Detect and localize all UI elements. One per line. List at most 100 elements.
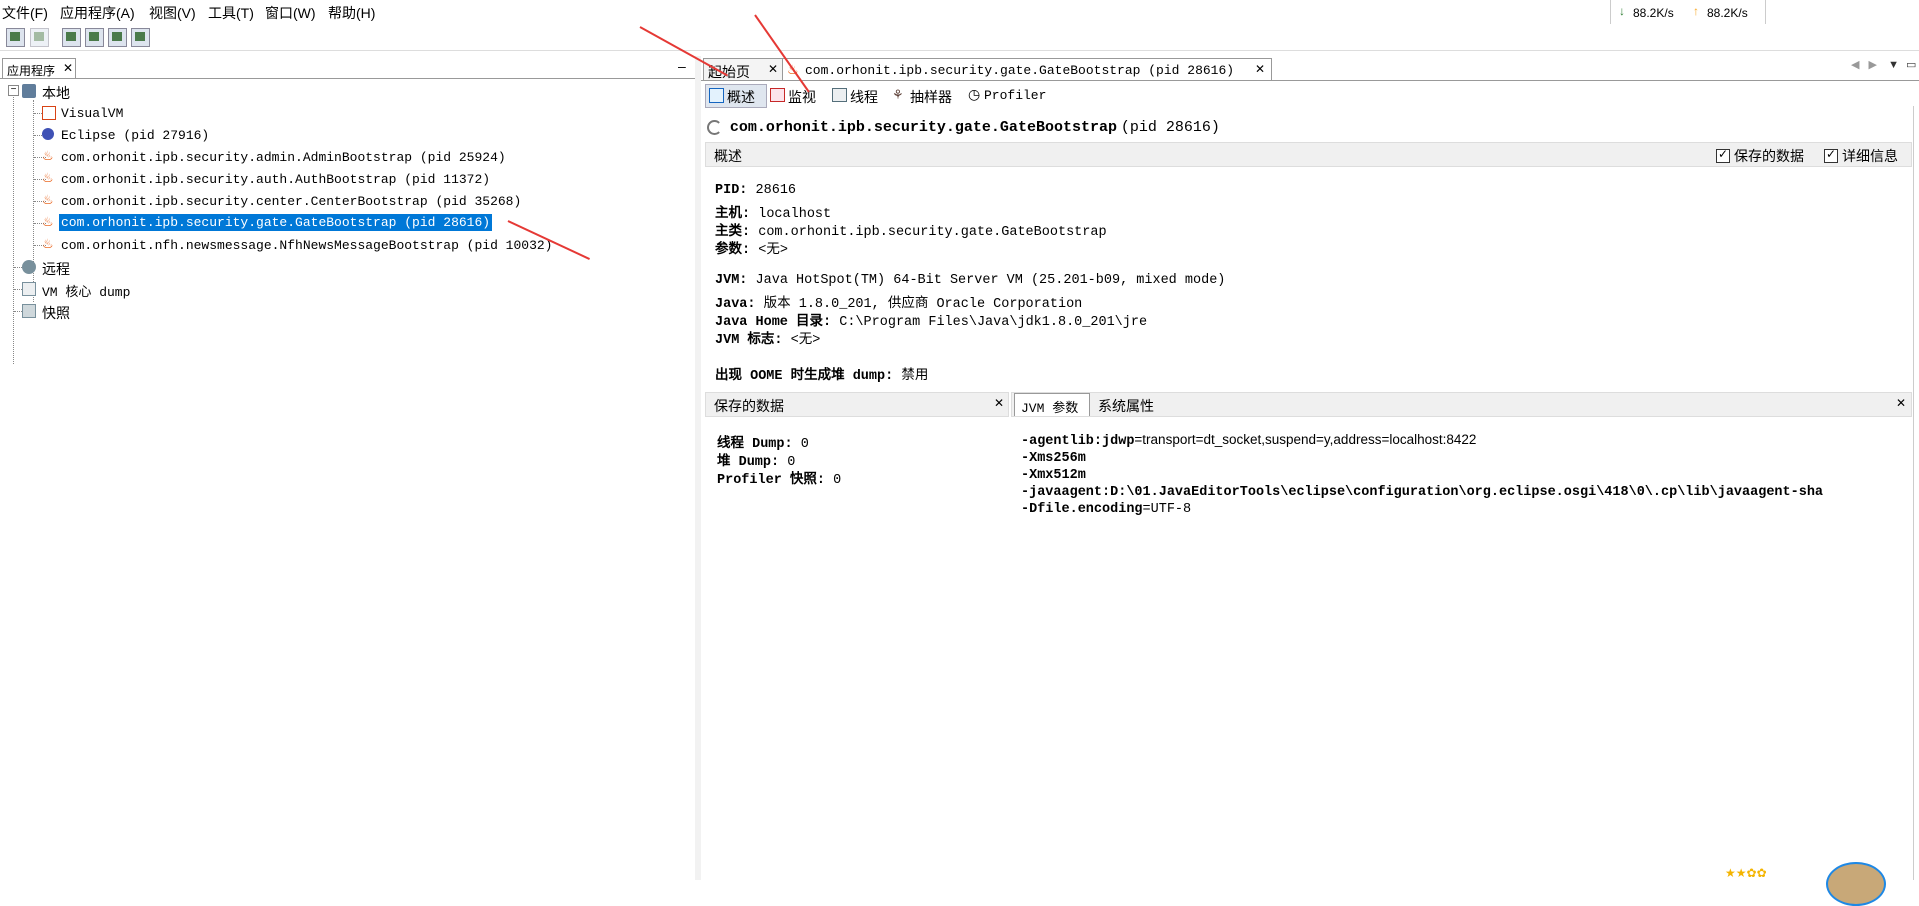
tree-node-gate[interactable]: ♨ com.orhonit.ipb.security.gate.GateBoot… bbox=[0, 213, 690, 233]
menu-window[interactable]: 窗口(W) bbox=[265, 3, 316, 23]
tree-label-snapshots: 快照 bbox=[42, 305, 70, 321]
dropdown-icon[interactable]: ▼ bbox=[1888, 59, 1899, 71]
thread-dump-icon[interactable] bbox=[85, 28, 104, 47]
overview-header-label: 概述 bbox=[714, 148, 742, 164]
upload-speed: 88.2K/s bbox=[1707, 6, 1748, 20]
menu-view[interactable]: 视图(V) bbox=[149, 3, 196, 23]
profiler-icon: ◷ bbox=[968, 86, 981, 102]
app-title-pid: (pid 28616) bbox=[1120, 119, 1220, 136]
coredump-icon bbox=[22, 282, 36, 296]
jvmflags-label: JVM 标志: bbox=[715, 333, 783, 348]
tree-node-remote[interactable]: 远程 bbox=[0, 257, 400, 277]
info-args: 参数: <无> bbox=[715, 237, 788, 258]
close-icon[interactable]: ✕ bbox=[1896, 396, 1906, 410]
tab-gate-bootstrap[interactable]: ♨ com.orhonit.ipb.security.gate.GateBoot… bbox=[782, 58, 1272, 81]
load-application-icon[interactable] bbox=[6, 28, 25, 47]
loading-icon bbox=[707, 119, 722, 135]
subtab-threads[interactable]: 线程 bbox=[829, 84, 889, 106]
thread-dump-value: 0 bbox=[800, 437, 809, 452]
close-icon[interactable]: ✕ bbox=[1255, 62, 1265, 76]
subtab-profiler-label: Profiler bbox=[984, 88, 1047, 103]
info-jvmflags: JVM 标志: <无> bbox=[715, 327, 820, 348]
tree-node-coredump[interactable]: VM 核心 dump bbox=[0, 279, 400, 300]
tree-node-admin[interactable]: ♨ com.orhonit.ipb.security.admin.AdminBo… bbox=[0, 147, 690, 167]
tab-start-page-label: 起始页 bbox=[708, 64, 750, 80]
saved-data-checkbox-label: 保存的数据 bbox=[1734, 148, 1804, 164]
subtab-overview-label: 概述 bbox=[727, 89, 755, 105]
avatar bbox=[1826, 862, 1886, 906]
tree-line bbox=[14, 289, 22, 290]
collapse-icon[interactable]: − bbox=[8, 85, 19, 96]
heap-dump-icon[interactable] bbox=[62, 28, 81, 47]
tree-label-coredump: VM 核心 dump bbox=[42, 285, 131, 300]
jvm-value: Java HotSpot(TM) 64-Bit Server VM (25.20… bbox=[755, 273, 1226, 288]
jvm-arg-line: -Xms256m bbox=[1021, 451, 1910, 466]
saved-profiler: Profiler 快照: 0 bbox=[717, 467, 841, 488]
tree-line bbox=[14, 311, 22, 312]
jvm-arg-flag: -agentlib:jdwp bbox=[1021, 434, 1135, 449]
java-icon: ♨ bbox=[42, 215, 54, 230]
close-icon[interactable]: ✕ bbox=[768, 62, 778, 76]
jvm-arg-flag: -javaagent:D:\01.JavaEditorTools\eclipse… bbox=[1021, 485, 1824, 500]
menu-tools[interactable]: 工具(T) bbox=[208, 3, 254, 23]
jvm-args-header: JVM 参数 系统属性 ✕ bbox=[1011, 392, 1912, 417]
tree-node-center[interactable]: ♨ com.orhonit.ipb.security.center.Center… bbox=[0, 191, 690, 211]
eclipse-icon bbox=[42, 128, 54, 140]
tab-gate-bootstrap-label: com.orhonit.ipb.security.gate.GateBootst… bbox=[805, 63, 1235, 78]
checkbox-icon bbox=[1824, 147, 1838, 163]
info-pid: PID: 28616 bbox=[715, 183, 796, 198]
tree-node-newsmessage[interactable]: ♨ com.orhonit.nfh.newsmessage.NfhNewsMes… bbox=[0, 235, 690, 255]
tab-system-properties-label: 系统属性 bbox=[1098, 398, 1154, 414]
java-icon: ♨ bbox=[42, 149, 54, 164]
close-icon[interactable]: ✕ bbox=[63, 61, 73, 75]
details-checkbox[interactable]: 详细信息 bbox=[1824, 146, 1898, 166]
tree-node-visualvm[interactable]: VisualVM bbox=[0, 103, 690, 123]
tree-label-local: 本地 bbox=[42, 85, 70, 101]
toolbar bbox=[0, 24, 1919, 51]
menu-help[interactable]: 帮助(H) bbox=[328, 3, 375, 23]
subtab-monitor[interactable]: 监视 bbox=[767, 84, 827, 106]
subtab-sampler[interactable]: ⚘ 抽样器 bbox=[889, 84, 963, 106]
tree-label-auth: com.orhonit.ipb.security.auth.AuthBootst… bbox=[61, 172, 491, 187]
tab-jvm-args[interactable]: JVM 参数 bbox=[1014, 393, 1090, 416]
tab-system-properties[interactable]: 系统属性 bbox=[1098, 396, 1154, 416]
download-speed: 88.2K/s bbox=[1633, 6, 1674, 20]
subtab-profiler[interactable]: ◷ Profiler bbox=[965, 84, 1055, 106]
tree-label-center: com.orhonit.ipb.security.center.CenterBo… bbox=[61, 194, 522, 209]
jvm-label: JVM: bbox=[715, 273, 748, 288]
tree-label-eclipse: Eclipse (pid 27916) bbox=[61, 128, 210, 143]
menu-application[interactable]: 应用程序(A) bbox=[60, 3, 135, 23]
tree-node-auth[interactable]: ♨ com.orhonit.ipb.security.auth.AuthBoot… bbox=[0, 169, 690, 189]
close-icon[interactable]: ✕ bbox=[994, 396, 1004, 410]
sampler-icon: ⚘ bbox=[892, 87, 904, 102]
tab-applications[interactable]: 应用程序 ✕ bbox=[2, 58, 76, 79]
scroll-left-icon[interactable]: ◀ bbox=[1851, 59, 1859, 71]
save-icon[interactable] bbox=[30, 28, 49, 47]
subtab-overview[interactable]: 概述 bbox=[705, 84, 767, 108]
tree-node-snapshots[interactable]: 快照 bbox=[0, 301, 400, 321]
jvm-arg-value: =transport=dt_socket,suspend=y,address=l… bbox=[1134, 432, 1477, 447]
right-border bbox=[1913, 106, 1914, 880]
args-value: <无> bbox=[758, 243, 788, 258]
jvm-arg-line: -Dfile.encoding=UTF-8 bbox=[1021, 502, 1910, 517]
saved-data-checkbox[interactable]: 保存的数据 bbox=[1716, 146, 1804, 166]
tab-applications-label: 应用程序 bbox=[7, 64, 56, 78]
scroll-right-icon[interactable]: ▶ bbox=[1869, 59, 1877, 71]
jvm-arg-line: -javaagent:D:\01.JavaEditorTools\eclipse… bbox=[1021, 485, 1910, 500]
jvmflags-value: <无> bbox=[790, 333, 821, 348]
add-snapshot-icon[interactable] bbox=[131, 28, 150, 47]
maximize-icon[interactable]: ▭ bbox=[1906, 59, 1916, 71]
tree-node-local[interactable]: − 本地 bbox=[0, 81, 400, 101]
tree-node-eclipse[interactable]: Eclipse (pid 27916) bbox=[0, 125, 690, 145]
tree-label-admin: com.orhonit.ipb.security.admin.AdminBoot… bbox=[61, 150, 506, 165]
info-jvm: JVM: Java HotSpot(TM) 64-Bit Server VM (… bbox=[715, 273, 1225, 288]
download-icon: ↓ bbox=[1619, 4, 1625, 18]
jvm-arg-flag: -Xms256m bbox=[1021, 451, 1086, 466]
checkbox-icon bbox=[1716, 147, 1730, 163]
add-jmx-icon[interactable] bbox=[108, 28, 127, 47]
java-icon: ♨ bbox=[42, 193, 54, 208]
minimize-icon[interactable]: – bbox=[678, 58, 686, 74]
remote-host-icon bbox=[22, 260, 36, 274]
stars-decoration: ★★✿✿ bbox=[1725, 866, 1767, 880]
menu-file[interactable]: 文件(F) bbox=[2, 3, 48, 23]
